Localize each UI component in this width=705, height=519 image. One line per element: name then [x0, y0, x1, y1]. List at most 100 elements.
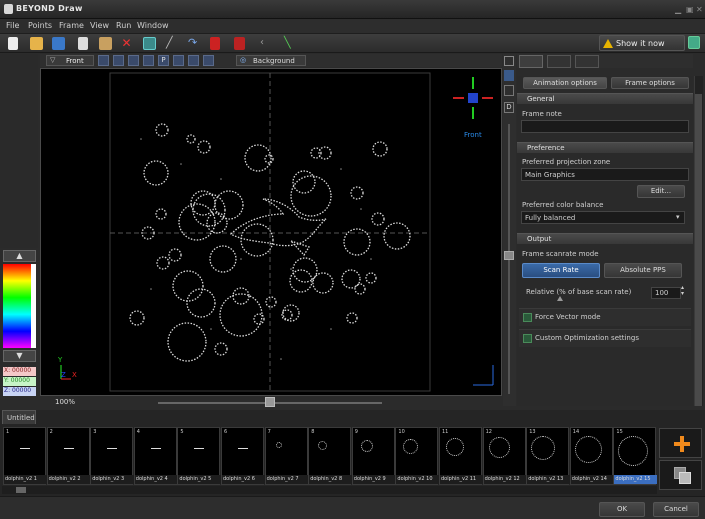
- force-vector-row[interactable]: Force Vector mode: [519, 308, 691, 326]
- custom-opt-label: Custom Optimization settings: [535, 334, 639, 342]
- edit-button[interactable]: Edit...: [637, 185, 685, 198]
- frame-thumbnail[interactable]: 14 dolphin_v2 14: [569, 427, 614, 485]
- scan-rate-button[interactable]: Scan Rate: [522, 263, 600, 278]
- record-icon[interactable]: [210, 37, 220, 50]
- rotate-view-icon[interactable]: [113, 55, 124, 66]
- menu-points[interactable]: Points: [28, 21, 52, 30]
- timeline-scrollbar[interactable]: [2, 486, 657, 494]
- animation-tab-icon[interactable]: [519, 55, 543, 68]
- relative-spinner[interactable]: ▴ ▾: [681, 285, 684, 297]
- menu-run[interactable]: Run: [116, 21, 131, 30]
- frame-thumbnail[interactable]: 9 dolphin_v2 9: [351, 427, 396, 485]
- paste-icon[interactable]: [99, 37, 112, 50]
- section-output[interactable]: Output: [517, 233, 693, 244]
- frame-thumbnail[interactable]: 6 dolphin_v2 6: [221, 427, 265, 485]
- reset-view-icon[interactable]: [203, 55, 214, 66]
- frame-thumbnail[interactable]: 12 dolphin_v2 12: [482, 427, 527, 485]
- frame-number: 12: [485, 429, 492, 435]
- vertical-zoom-thumb[interactable]: [504, 251, 514, 260]
- force-vector-toggle[interactable]: [523, 313, 532, 322]
- duplicate-frame-button[interactable]: [659, 460, 702, 490]
- absolute-pps-button[interactable]: Absolute PPS: [604, 263, 682, 278]
- background-label: Background: [253, 57, 295, 65]
- line-tool-icon[interactable]: ╲: [284, 37, 297, 50]
- delete-icon[interactable]: ✕: [120, 37, 133, 50]
- open-icon[interactable]: [30, 37, 43, 50]
- view-selector[interactable]: ▽ Front: [46, 55, 94, 66]
- frame-thumbnail[interactable]: 13 dolphin_v2 13: [526, 427, 571, 485]
- frame-tab-icon[interactable]: [547, 55, 571, 68]
- arrow-tool-icon[interactable]: [98, 55, 109, 66]
- cancel-button[interactable]: Cancel: [653, 502, 699, 517]
- projection-zone-field[interactable]: Main Graphics: [521, 168, 689, 181]
- ok-button[interactable]: OK: [599, 502, 645, 517]
- perspective-button[interactable]: P: [158, 55, 169, 66]
- zoom-view-icon[interactable]: [143, 55, 154, 66]
- menu-view[interactable]: View: [90, 21, 109, 30]
- layout-icon[interactable]: [504, 56, 514, 66]
- frame-thumbnail[interactable]: 3 dolphin_v2 3: [90, 427, 135, 485]
- frame-thumbnail[interactable]: 5 dolphin_v2 5: [177, 427, 222, 485]
- new-icon[interactable]: [8, 37, 18, 50]
- frame-thumbnail[interactable]: 1 dolphin_v2 1: [3, 427, 47, 485]
- show-it-now-label: Show it now: [616, 39, 665, 48]
- image-tab-icon[interactable]: [575, 55, 599, 68]
- frame-note-field[interactable]: [521, 120, 689, 133]
- frame-number: 15: [616, 429, 623, 435]
- color-balance-select[interactable]: Fully balanced ▾: [521, 211, 685, 224]
- menu-file[interactable]: File: [6, 21, 19, 30]
- add-frame-button[interactable]: [659, 428, 702, 458]
- panel-scroll-thumb[interactable]: [695, 94, 702, 406]
- close-icon[interactable]: ✕: [696, 5, 705, 14]
- frame-thumbnail[interactable]: 2 dolphin_v2 2: [46, 427, 91, 485]
- save-icon[interactable]: [52, 37, 65, 50]
- frame-thumbnail[interactable]: 10 dolphin_v2 10: [395, 427, 440, 485]
- laser-canvas[interactable]: Front Y Z X: [40, 68, 502, 396]
- restore-icon[interactable]: ▣: [686, 5, 696, 14]
- palette-up-button[interactable]: ▲: [3, 250, 36, 262]
- menu-window[interactable]: Window: [137, 21, 169, 30]
- tab-animation-options[interactable]: Animation options: [523, 77, 607, 89]
- relative-value-field[interactable]: 100: [651, 287, 681, 299]
- frame-thumbnail[interactable]: 11 dolphin_v2 11: [439, 427, 483, 485]
- palette-down-button[interactable]: ▼: [3, 350, 36, 362]
- frame-label: dolphin_v2 3: [91, 475, 135, 484]
- section-preference[interactable]: Preference: [517, 142, 693, 153]
- bounds-icon[interactable]: [188, 55, 199, 66]
- pen-tool-icon[interactable]: ╱: [166, 37, 179, 50]
- custom-opt-toggle[interactable]: [523, 334, 532, 343]
- frame-thumbnail[interactable]: 7 dolphin_v2 7: [264, 427, 309, 485]
- grid-toggle-icon[interactable]: [688, 36, 700, 49]
- frame-thumbnail[interactable]: 8 dolphin_v2 8: [308, 427, 353, 485]
- frame-thumbnail[interactable]: 4 dolphin_v2 4: [133, 427, 178, 485]
- rotate-mode-icon[interactable]: [504, 85, 514, 96]
- show-it-now-button[interactable]: Show it now: [599, 35, 685, 51]
- coord-z: Z: 00000: [3, 387, 36, 396]
- frame-preview: [488, 437, 510, 458]
- relative-slider-thumb[interactable]: [557, 296, 563, 301]
- frame-thumbnail[interactable]: 15 dolphin_v2 15: [613, 427, 658, 485]
- menu-frame[interactable]: Frame: [59, 21, 84, 30]
- copy-icon[interactable]: [78, 37, 88, 50]
- frame-preview: [194, 448, 205, 449]
- laser-icon[interactable]: [234, 37, 245, 50]
- timeline-scroll-thumb[interactable]: [16, 487, 26, 493]
- section-general[interactable]: General: [517, 93, 693, 104]
- crosshair-icon[interactable]: [173, 55, 184, 66]
- frame-label: dolphin_v2 9: [352, 475, 396, 484]
- zoom-slider-thumb[interactable]: [265, 397, 275, 407]
- background-button[interactable]: ◎ Background: [236, 55, 306, 66]
- select-tool-icon[interactable]: [143, 37, 156, 50]
- custom-opt-row[interactable]: Custom Optimization settings: [519, 329, 691, 347]
- move-icon[interactable]: [504, 70, 514, 81]
- minimize-icon[interactable]: ▁: [675, 5, 685, 14]
- tab-frame-options[interactable]: Frame options: [611, 77, 689, 89]
- app-icon: [4, 4, 13, 14]
- color-palette: ▲ ▼ X: 00000 Y: 00000 Z: 00000: [3, 250, 36, 398]
- move-view-icon[interactable]: [128, 55, 139, 66]
- timeline-tab[interactable]: Untitled: [2, 410, 36, 424]
- rotate-icon[interactable]: ↷: [188, 37, 201, 50]
- palette-swatches[interactable]: [3, 264, 36, 348]
- d-mode-icon[interactable]: D: [504, 102, 514, 113]
- undo-icon[interactable]: ‹: [260, 37, 273, 50]
